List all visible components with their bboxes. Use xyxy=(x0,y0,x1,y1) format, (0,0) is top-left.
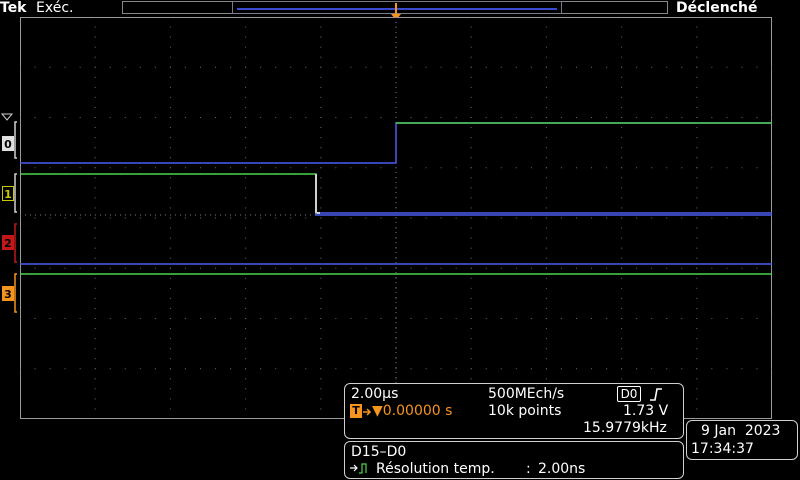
rising-edge-icon xyxy=(650,388,662,401)
acquisition-panel[interactable]: 2.00µs 500MEch/s D0 T ▼0.00000 s 10k poi… xyxy=(344,383,684,439)
tek-logo: Tek xyxy=(0,0,27,16)
channel-1-label: 1 xyxy=(4,188,12,201)
record-length: 10k points xyxy=(488,403,562,419)
resolution-label: Résolution temp. xyxy=(376,461,495,477)
run-status: Exéc. xyxy=(36,0,74,16)
bus-info-panel[interactable]: D15–D0 Résolution temp. : 2.00ns xyxy=(344,441,684,479)
waveform-display[interactable] xyxy=(20,17,772,419)
channel-3-label: 3 xyxy=(4,288,12,301)
resolution-separator: : xyxy=(526,461,531,477)
timebase-value: 2.00µs xyxy=(351,386,399,402)
trigger-source-badge: D0 xyxy=(617,386,641,402)
datetime-panel[interactable]: 9 Jan 2023 17:34:37 xyxy=(686,420,798,460)
trigger-level: 1.73 V xyxy=(623,403,669,419)
channel-marker-column: 0 1 2 3 xyxy=(0,113,17,313)
time-value: 17:34:37 xyxy=(691,441,754,457)
channel-0-label: 0 xyxy=(4,138,12,151)
sample-rate: 500MEch/s xyxy=(488,386,565,402)
bus-name: D15–D0 xyxy=(351,444,407,460)
trigger-t-icon: T xyxy=(350,404,362,418)
trigger-position: ▼0.00000 s xyxy=(372,403,453,419)
date-value: 9 Jan 2023 xyxy=(701,423,781,439)
frequency-readout: 15.9779kHz xyxy=(583,420,667,436)
timing-resolution-icon xyxy=(350,463,367,474)
resolution-value: 2.00ns xyxy=(538,461,586,477)
channel-2-label: 2 xyxy=(4,237,12,250)
trigger-status: Déclenché xyxy=(676,0,758,16)
